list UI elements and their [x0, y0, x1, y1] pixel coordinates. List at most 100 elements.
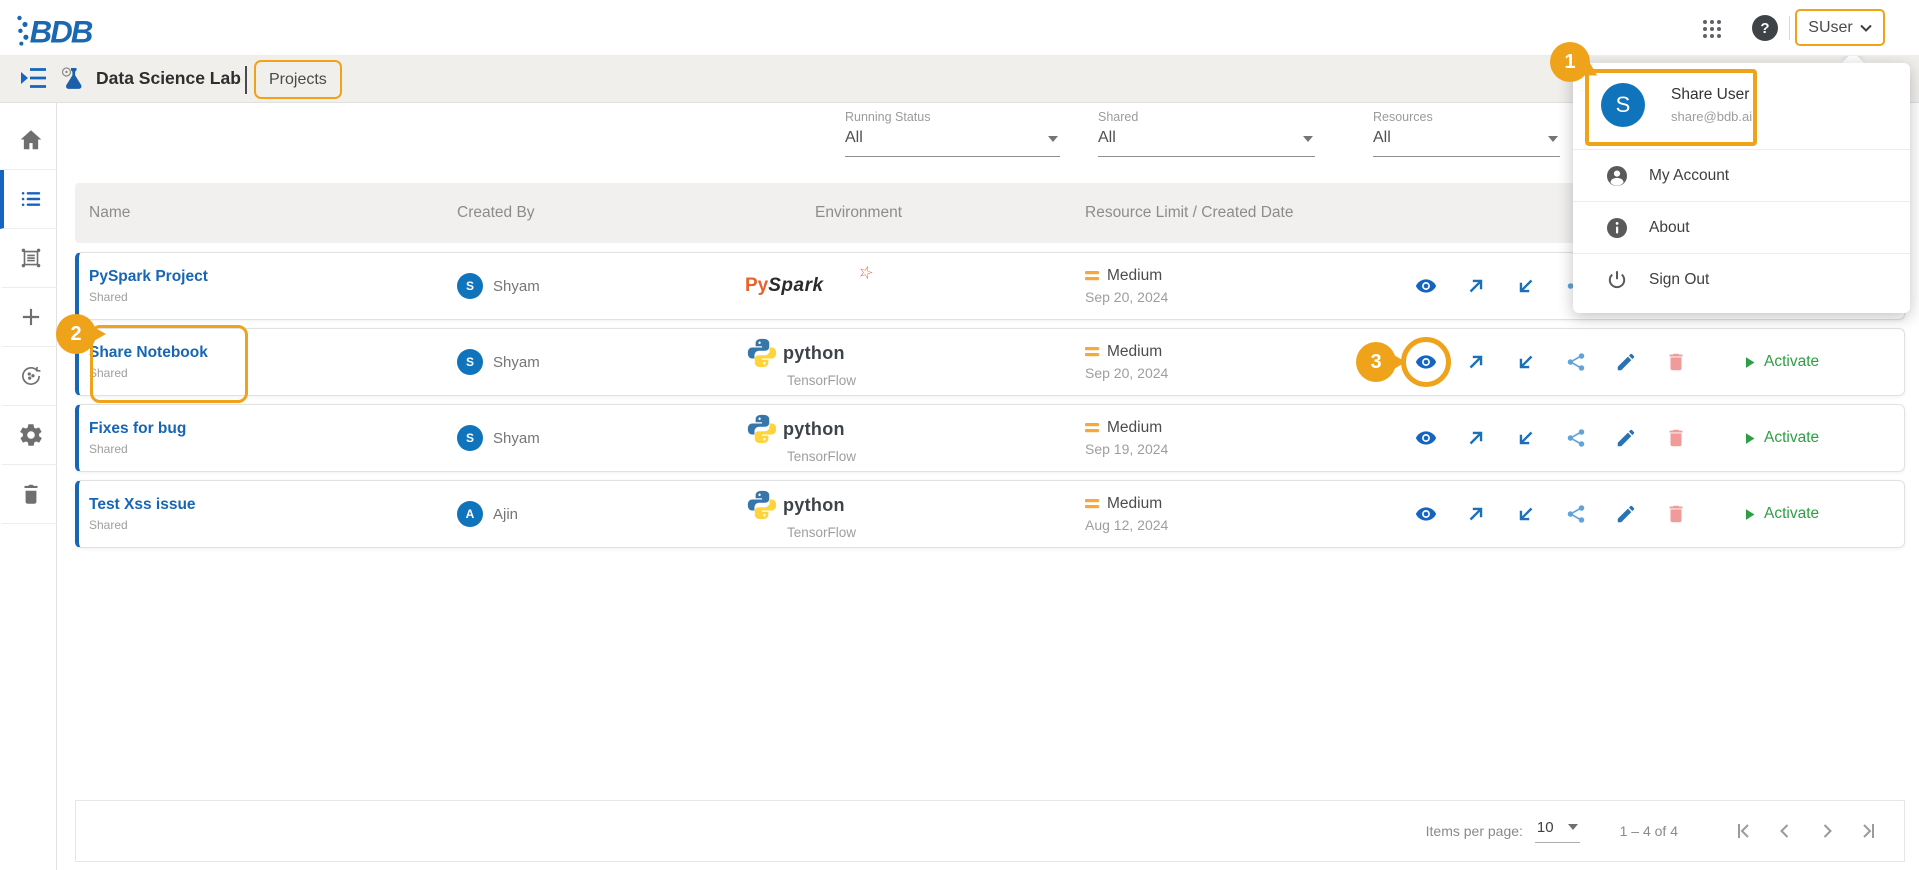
- activate-button[interactable]: Activate: [1741, 505, 1819, 523]
- data-science-lab-icon: [58, 64, 88, 94]
- delete-icon[interactable]: [1665, 503, 1687, 525]
- gear-icon: [18, 422, 44, 448]
- sidebar-item-repo-sync[interactable]: [0, 347, 57, 406]
- table-row: Fixes for bug Shared S Shyam python Tens…: [75, 404, 1905, 472]
- data-science-lab-projects-page: BDB ? SUser: [0, 0, 1919, 870]
- python-logo: python: [745, 488, 1079, 522]
- creator-name: Shyam: [493, 278, 540, 295]
- apps-grid-icon[interactable]: [1700, 17, 1724, 41]
- column-header-resource: Resource Limit / Created Date: [1079, 204, 1399, 222]
- shared-badge: Shared: [89, 366, 449, 380]
- star-icon: ☆: [855, 261, 876, 285]
- filter-running-status[interactable]: Running Status All: [845, 110, 1060, 168]
- minimize-icon[interactable]: [1515, 351, 1537, 373]
- resource-limit: Medium: [1107, 267, 1162, 285]
- sidebar-toggle-icon[interactable]: [20, 66, 48, 92]
- items-per-page-label: Items per page:: [1426, 823, 1523, 839]
- open-project-icon[interactable]: [1465, 427, 1487, 449]
- left-sidebar: [0, 103, 57, 870]
- project-name-link[interactable]: Share Notebook: [89, 344, 208, 362]
- user-info-section: S Share User share@bdb.ai: [1573, 63, 1910, 149]
- tensorflow-label: TensorFlow: [787, 449, 1079, 464]
- project-name-link[interactable]: Test Xss issue: [89, 496, 196, 514]
- filter-value: All: [1373, 129, 1560, 157]
- previous-page-icon[interactable]: [1772, 818, 1798, 844]
- creator-name: Shyam: [493, 354, 540, 371]
- open-project-icon[interactable]: [1465, 351, 1487, 373]
- account-icon: [1605, 164, 1629, 188]
- user-account-button[interactable]: SUser: [1795, 9, 1885, 46]
- sidebar-item-add[interactable]: [0, 288, 57, 347]
- view-icon[interactable]: [1415, 503, 1437, 525]
- column-header-environment: Environment: [745, 204, 1079, 222]
- table-row: Test Xss issue Shared A Ajin python Tens…: [75, 480, 1905, 548]
- callout-1-badge: 1: [1550, 42, 1590, 82]
- sidebar-item-trash[interactable]: [0, 465, 57, 524]
- sidebar-item-projects-list[interactable]: [0, 170, 57, 229]
- column-header-name: Name: [79, 204, 449, 222]
- resource-limit: Medium: [1107, 495, 1162, 513]
- sidebar-item-settings[interactable]: [0, 406, 57, 465]
- callout-2-badge: 2: [56, 314, 96, 354]
- edit-icon[interactable]: [1615, 351, 1637, 373]
- sidebar-item-pipeline[interactable]: [0, 229, 57, 288]
- shared-badge: Shared: [89, 290, 449, 304]
- view-icon[interactable]: [1415, 351, 1437, 373]
- python-logo: python: [745, 412, 1079, 446]
- first-page-icon[interactable]: [1730, 818, 1756, 844]
- open-project-icon[interactable]: [1465, 503, 1487, 525]
- creator-name: Shyam: [493, 430, 540, 447]
- activate-button[interactable]: Activate: [1741, 429, 1819, 447]
- topbar-divider: [1789, 16, 1790, 40]
- dropdown-arrow-icon: [1568, 824, 1578, 830]
- menu-item-about[interactable]: About: [1573, 201, 1910, 253]
- pagination-bar: Items per page: 10 1 – 4 of 4: [75, 800, 1905, 862]
- title-divider: [245, 66, 247, 94]
- created-date: Sep 20, 2024: [1085, 289, 1399, 305]
- resource-limit: Medium: [1107, 343, 1162, 361]
- project-name-link[interactable]: Fixes for bug: [89, 420, 186, 438]
- play-icon: [1741, 430, 1758, 447]
- play-icon: [1741, 354, 1758, 371]
- open-project-icon[interactable]: [1465, 275, 1487, 297]
- resource-limit: Medium: [1107, 419, 1162, 437]
- tensorflow-label: TensorFlow: [787, 373, 1079, 388]
- medium-resource-icon: [1085, 422, 1101, 434]
- next-page-icon[interactable]: [1814, 818, 1840, 844]
- help-icon[interactable]: ?: [1752, 15, 1778, 41]
- list-icon: [18, 186, 44, 212]
- share-icon[interactable]: [1565, 427, 1587, 449]
- project-name-link[interactable]: PySpark Project: [89, 268, 208, 286]
- delete-icon[interactable]: [1665, 351, 1687, 373]
- creator-name: Ajin: [493, 506, 518, 523]
- minimize-icon[interactable]: [1515, 275, 1537, 297]
- breadcrumb-projects[interactable]: Projects: [254, 60, 342, 99]
- info-icon: [1605, 216, 1629, 240]
- creator-avatar: S: [457, 425, 483, 451]
- share-icon[interactable]: [1565, 503, 1587, 525]
- menu-item-my-account[interactable]: My Account: [1573, 149, 1910, 201]
- items-per-page-select[interactable]: 10: [1535, 819, 1580, 843]
- filter-value: All: [1098, 129, 1315, 157]
- repo-sync-icon: [18, 363, 44, 389]
- pipeline-icon: [18, 245, 44, 271]
- filter-shared[interactable]: Shared All: [1098, 110, 1315, 168]
- creator-avatar: S: [457, 273, 483, 299]
- view-icon[interactable]: [1415, 275, 1437, 297]
- creator-avatar: S: [457, 349, 483, 375]
- minimize-icon[interactable]: [1515, 427, 1537, 449]
- view-icon[interactable]: [1415, 427, 1437, 449]
- filter-label: Resources: [1373, 110, 1560, 124]
- last-page-icon[interactable]: [1856, 818, 1882, 844]
- filter-resources[interactable]: Resources All: [1373, 110, 1560, 168]
- share-icon[interactable]: [1565, 351, 1587, 373]
- activate-button[interactable]: Activate: [1741, 353, 1819, 371]
- edit-icon[interactable]: [1615, 427, 1637, 449]
- minimize-icon[interactable]: [1515, 503, 1537, 525]
- delete-icon[interactable]: [1665, 427, 1687, 449]
- edit-icon[interactable]: [1615, 503, 1637, 525]
- sidebar-item-home[interactable]: [0, 111, 57, 170]
- menu-item-sign-out[interactable]: Sign Out: [1573, 253, 1910, 305]
- top-bar: BDB ? SUser: [0, 0, 1919, 56]
- medium-resource-icon: [1085, 270, 1101, 282]
